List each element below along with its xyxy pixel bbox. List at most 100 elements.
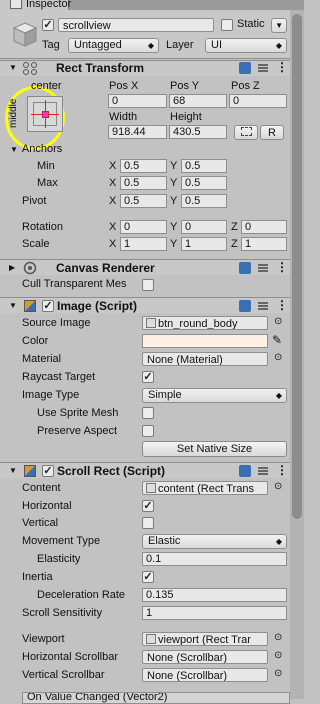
static-checkbox[interactable] [221, 19, 233, 31]
scale-y-label: Y [170, 238, 178, 250]
active-checkbox[interactable]: ✓ [42, 19, 54, 31]
scale-y-field[interactable]: 1 [181, 237, 227, 251]
vscroll-picker-icon[interactable]: ⊙ [274, 668, 282, 679]
min-label: Min [37, 160, 55, 172]
max-y-field[interactable]: 0.5 [181, 176, 227, 190]
viewport-picker-icon[interactable]: ⊙ [274, 632, 282, 643]
min-x-field[interactable]: 0.5 [120, 159, 167, 173]
static-dropdown[interactable]: ▼ [271, 18, 287, 33]
scale-x-field[interactable]: 1 [120, 237, 167, 251]
pivot-x-field[interactable]: 0.5 [120, 194, 167, 208]
height-field[interactable]: 430.5 [169, 125, 227, 139]
anchor-preset-button[interactable] [27, 96, 63, 132]
material-field[interactable]: None (Material) [142, 352, 268, 366]
canvas-help-icon[interactable] [239, 262, 251, 274]
deceleration-field[interactable]: 0.135 [142, 588, 287, 602]
rot-x-field[interactable]: 0 [120, 220, 167, 234]
pos-y-field[interactable]: 68 [169, 94, 227, 108]
anchor-preset-top-label: center [31, 80, 62, 92]
set-native-size-button[interactable]: Set Native Size [142, 441, 287, 457]
horizontal-scrollbar-label: Horizontal Scrollbar [22, 651, 118, 663]
scroll-preset-icon[interactable] [257, 465, 269, 477]
vertical-scrollbar-field[interactable]: None (Scrollbar) [142, 668, 268, 682]
material-picker-icon[interactable]: ⊙ [274, 352, 282, 363]
image-fold-arrow-icon[interactable]: ▼ [9, 301, 17, 310]
material-label: Material [22, 353, 62, 365]
preserve-aspect-checkbox[interactable] [142, 425, 154, 437]
min-y-field[interactable]: 0.5 [181, 159, 227, 173]
scroll-help-icon[interactable] [239, 465, 251, 477]
horizontal-scrollbar-field[interactable]: None (Scrollbar) [142, 650, 268, 664]
rot-y-field[interactable]: 0 [181, 220, 227, 234]
preset-icon[interactable] [257, 62, 269, 74]
fold-arrow-icon[interactable]: ▼ [9, 63, 17, 72]
scroll-menu-icon[interactable]: ⋮ [276, 463, 288, 477]
pos-z-field[interactable]: 0 [229, 94, 287, 108]
cull-checkbox[interactable] [142, 279, 154, 291]
object-picker-icon[interactable]: ⊙ [274, 316, 282, 327]
image-help-icon[interactable] [239, 300, 251, 312]
scale-x-label: X [109, 238, 117, 250]
width-label: Width [109, 111, 138, 123]
rot-z-label: Z [231, 221, 238, 233]
tab-title: Inspector [26, 0, 72, 10]
width-field[interactable]: 918.44 [108, 125, 167, 139]
raycast-checkbox[interactable]: ✓ [142, 371, 154, 383]
rect-transform-ref-icon [146, 483, 156, 493]
layer-dropdown[interactable]: UI ◆ [205, 38, 287, 53]
gear-icon[interactable]: ⋮ [276, 60, 288, 74]
pos-x-field[interactable]: 0 [108, 94, 167, 108]
anchors-text: Anchors [21, 143, 63, 155]
image-enabled-checkbox[interactable]: ✓ [42, 300, 54, 312]
canvas-preset-icon[interactable] [257, 262, 269, 274]
rot-y-label: Y [170, 221, 178, 233]
eyedropper-icon[interactable]: ✎ [272, 333, 282, 347]
source-image-field[interactable]: btn_round_body [142, 316, 268, 330]
anchors-label: ▼ Anchors [10, 143, 63, 155]
scroll-sensitivity-field[interactable]: 1 [142, 606, 287, 620]
elasticity-field[interactable]: 0.1 [142, 552, 287, 566]
color-swatch[interactable] [142, 334, 268, 348]
content-field[interactable]: content (Rect Trans [142, 481, 268, 495]
content-picker-icon[interactable]: ⊙ [274, 481, 282, 492]
max-x-field[interactable]: 0.5 [120, 176, 167, 190]
on-value-changed-event[interactable]: On Value Changed (Vector2) [22, 692, 290, 704]
vertical-scrollbar-thumb[interactable] [292, 14, 302, 519]
hscroll-picker-icon[interactable]: ⊙ [274, 650, 282, 661]
scroll-fold-arrow-icon[interactable]: ▼ [9, 466, 17, 475]
image-type-value: Simple [148, 389, 182, 401]
image-preset-icon[interactable] [257, 300, 269, 312]
movement-type-dropdown[interactable]: Elastic ◆ [142, 534, 287, 549]
content-value: content (Rect Trans [158, 483, 254, 495]
vertical-checkbox[interactable] [142, 517, 154, 529]
image-type-dropdown[interactable]: Simple ◆ [142, 388, 287, 403]
image-menu-icon[interactable]: ⋮ [276, 298, 288, 312]
raw-edit-button[interactable]: R [260, 125, 284, 140]
scale-z-field[interactable]: 1 [241, 237, 287, 251]
canvas-menu-icon[interactable]: ⋮ [276, 260, 288, 274]
horizontal-checkbox[interactable]: ✓ [142, 500, 154, 512]
viewport-field[interactable]: viewport (Rect Trar [142, 632, 268, 646]
movement-type-label: Movement Type [22, 535, 101, 547]
tag-dropdown[interactable]: Untagged ◆ [68, 38, 159, 53]
raycast-label: Raycast Target [22, 371, 96, 383]
pivot-y-field[interactable]: 0.5 [181, 194, 227, 208]
max-y-label: Y [170, 177, 178, 189]
height-label: Height [170, 111, 202, 123]
tab-inspector[interactable]: Inspector [0, 0, 72, 10]
name-field[interactable]: scrollview [58, 18, 214, 32]
viewport-ref-icon [146, 634, 156, 644]
scroll-rect-enabled-checkbox[interactable]: ✓ [42, 465, 54, 477]
sprite-mesh-checkbox[interactable] [142, 407, 154, 419]
image-script-icon [24, 300, 36, 312]
anchors-fold-icon[interactable]: ▼ [10, 145, 18, 154]
deceleration-label: Deceleration Rate [37, 589, 126, 601]
canvas-fold-arrow-icon[interactable]: ▶ [9, 263, 15, 272]
rot-z-field[interactable]: 0 [241, 220, 287, 234]
horizontal-label: Horizontal [22, 500, 72, 512]
viewport-label: Viewport [22, 633, 65, 645]
inertia-checkbox[interactable]: ✓ [142, 571, 154, 583]
blueprint-button[interactable] [234, 125, 258, 140]
static-label: Static [237, 18, 265, 30]
help-icon[interactable] [239, 62, 251, 74]
